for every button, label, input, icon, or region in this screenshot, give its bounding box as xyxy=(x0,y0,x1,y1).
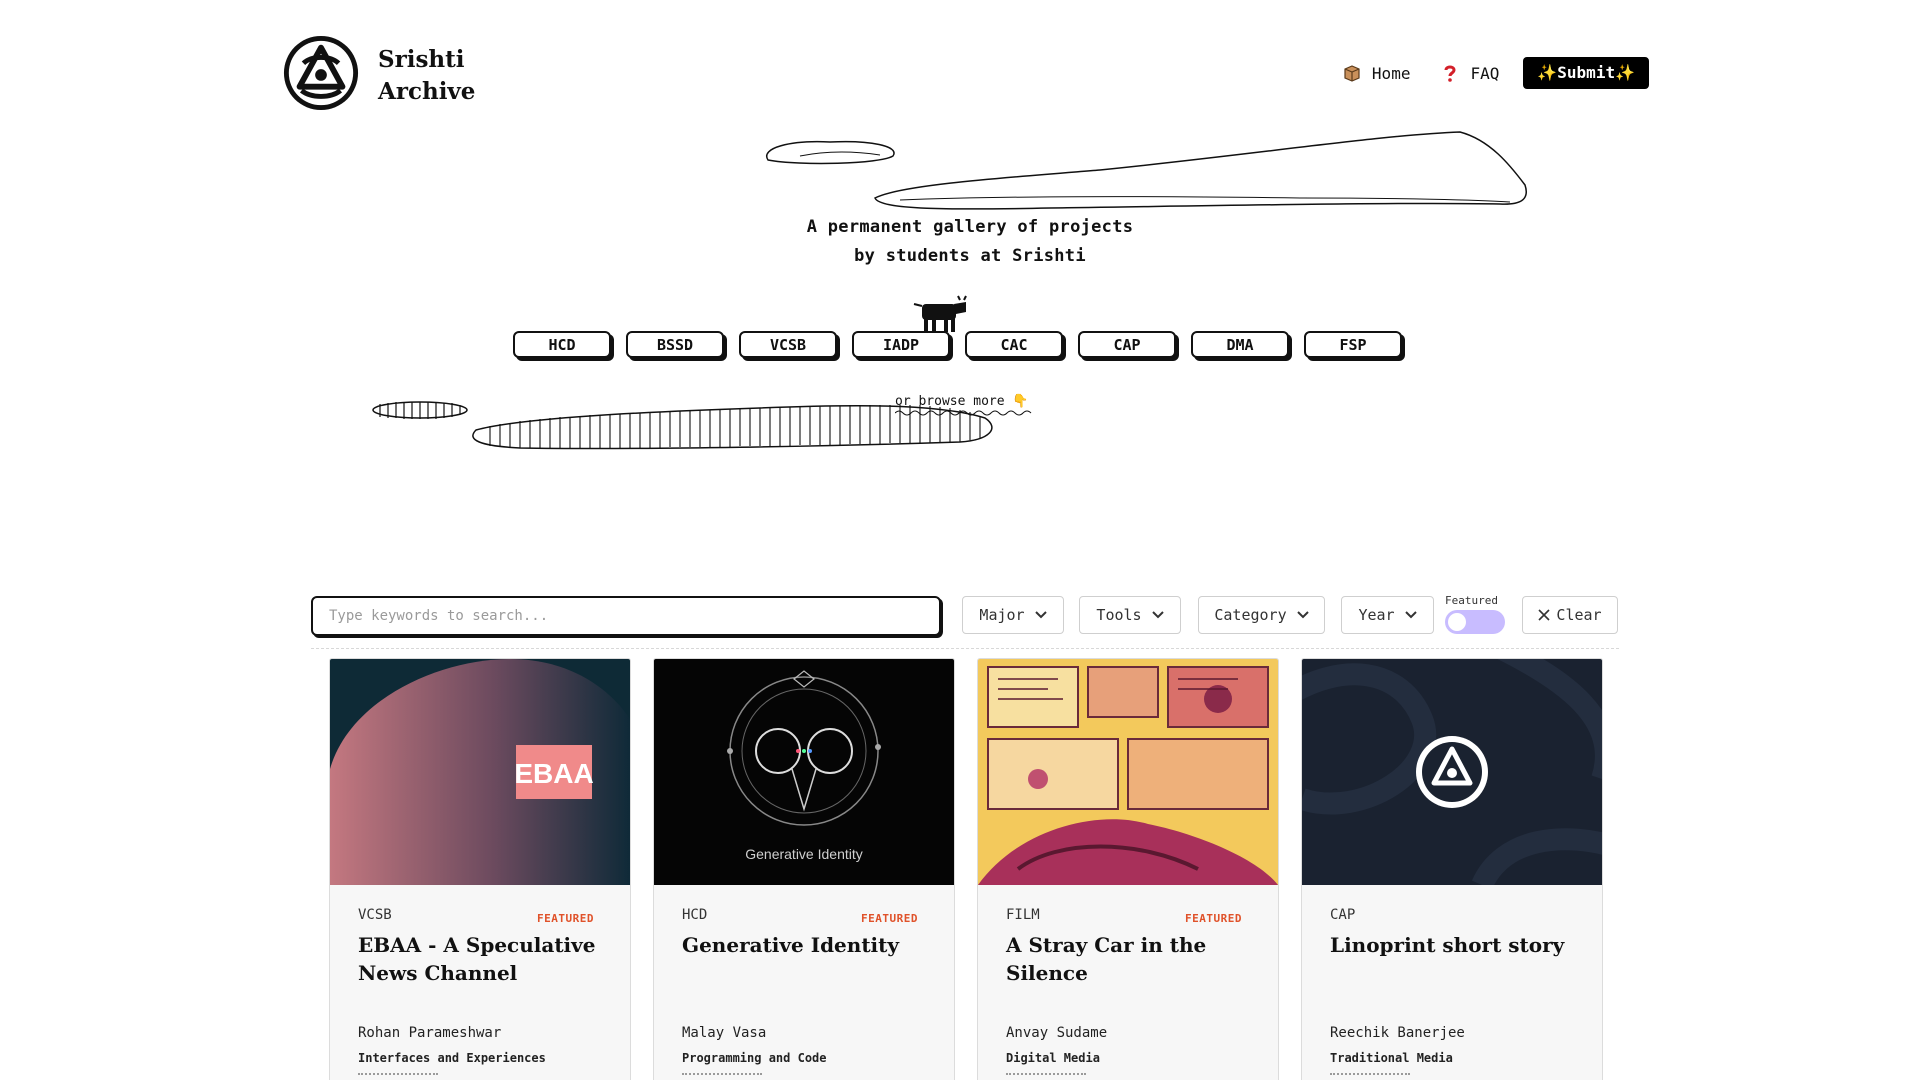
category-dropdown-label: Category xyxy=(1214,606,1287,624)
nav-faq-link[interactable]: FAQ xyxy=(1440,63,1499,83)
search-input[interactable] xyxy=(311,596,941,636)
chevron-down-icon xyxy=(1404,611,1417,619)
tools-dropdown-label: Tools xyxy=(1096,606,1142,624)
chevron-down-icon xyxy=(1296,611,1309,619)
major-button-dma[interactable]: DMA xyxy=(1191,331,1289,358)
card-author: Reechik Banerjee xyxy=(1330,1025,1465,1041)
tools-dropdown[interactable]: Tools xyxy=(1079,596,1181,634)
featured-badge: FEATURED xyxy=(537,912,594,925)
featured-badge: FEATURED xyxy=(861,912,918,925)
project-thumbnail: Generative Identity xyxy=(654,659,954,885)
tagline-line-1: A permanent gallery of projects xyxy=(806,217,1134,237)
clear-label: Clear xyxy=(1556,606,1602,624)
dotted-divider xyxy=(1330,1073,1410,1075)
nav-home-link[interactable]: Home xyxy=(1342,63,1411,83)
category-dropdown[interactable]: Category xyxy=(1198,596,1325,634)
squiggle-underline-icon xyxy=(895,410,1032,416)
site-brand[interactable]: Srishti Archive xyxy=(378,44,475,108)
featured-badge: FEATURED xyxy=(1185,912,1242,925)
cow-icon xyxy=(913,295,967,332)
card-author: Rohan Parameshwar xyxy=(358,1025,502,1041)
card-category: Interfaces and Experiences xyxy=(358,1051,546,1065)
major-button-cac[interactable]: CAC xyxy=(965,331,1063,358)
clear-filters-button[interactable]: Clear xyxy=(1522,596,1618,634)
submit-label: Submit xyxy=(1557,63,1616,82)
major-button-hcd[interactable]: HCD xyxy=(513,331,611,358)
tagline-line-2: by students at Srishti xyxy=(854,246,1086,266)
browse-more-label: or browse more 👇 xyxy=(895,394,1029,409)
major-button-bssd[interactable]: BSSD xyxy=(626,331,724,358)
brand-line-1: Srishti xyxy=(378,46,465,73)
major-dropdown-label: Major xyxy=(979,606,1025,624)
dotted-divider xyxy=(1006,1073,1086,1075)
card-category: Traditional Media xyxy=(1330,1051,1453,1065)
hatched-cloud-small xyxy=(372,401,468,419)
srishti-logo-icon[interactable] xyxy=(282,34,360,112)
thumb-text: Generative Identity xyxy=(745,846,863,862)
project-thumbnail xyxy=(1302,659,1602,885)
card-title: EBAA - A Speculative News Channel xyxy=(358,933,596,985)
major-button-fsp[interactable]: FSP xyxy=(1304,331,1402,358)
major-button-cap[interactable]: CAP xyxy=(1078,331,1176,358)
close-icon xyxy=(1538,609,1550,621)
submit-button[interactable]: ✨Submit✨ xyxy=(1523,57,1649,89)
sparkle-icon: ✨ xyxy=(1537,63,1558,82)
major-button-vcsb[interactable]: VCSB xyxy=(739,331,837,358)
project-card[interactable]: EBAA VCSB FEATURED EBAA - A Speculative … xyxy=(329,658,631,1080)
project-thumbnail xyxy=(978,659,1278,885)
card-title: Generative Identity xyxy=(682,933,900,957)
brand-line-2: Archive xyxy=(378,78,476,105)
filter-divider xyxy=(311,648,1619,649)
hero-tagline: A permanent gallery of projects by stude… xyxy=(760,213,1180,271)
browse-more-link[interactable]: or browse more 👇 xyxy=(895,394,1032,416)
sparkle-icon: ✨ xyxy=(1615,63,1635,82)
chevron-down-icon xyxy=(1034,611,1047,619)
nav-faq-label: FAQ xyxy=(1470,63,1500,83)
year-dropdown[interactable]: Year xyxy=(1341,596,1434,634)
project-card[interactable]: FILM FEATURED A Stray Car in the Silence… xyxy=(977,658,1279,1080)
dotted-divider xyxy=(358,1073,438,1075)
toggle-knob xyxy=(1448,613,1466,631)
card-author: Anvay Sudame xyxy=(1006,1025,1108,1041)
nav-home-label: Home xyxy=(1371,63,1411,83)
card-title: Linoprint short story xyxy=(1330,933,1565,957)
year-dropdown-label: Year xyxy=(1358,606,1395,624)
thumb-text: EBAA xyxy=(514,758,593,789)
box-icon xyxy=(1344,65,1360,82)
question-mark-icon xyxy=(1444,65,1456,82)
project-thumbnail: EBAA xyxy=(330,659,630,885)
top-nav: Home FAQ ✨Submit✨ xyxy=(1312,57,1649,89)
major-dropdown[interactable]: Major xyxy=(962,596,1064,634)
project-card[interactable]: Generative Identity HCD FEATURED Generat… xyxy=(653,658,955,1080)
card-category: Digital Media xyxy=(1006,1051,1100,1065)
project-card[interactable]: CAP Linoprint short story Reechik Banerj… xyxy=(1301,658,1603,1080)
major-button-iadp[interactable]: IADP xyxy=(852,331,950,358)
dotted-divider xyxy=(682,1073,762,1075)
card-author: Malay Vasa xyxy=(682,1025,767,1041)
featured-toggle[interactable] xyxy=(1445,610,1505,634)
major-buttons: HCD BSSD VCSB IADP CAC CAP DMA FSP xyxy=(513,331,1417,358)
chevron-down-icon xyxy=(1151,611,1164,619)
featured-toggle-label: Featured xyxy=(1445,594,1498,607)
card-title: A Stray Car in the Silence xyxy=(1006,933,1207,985)
card-major: CAP xyxy=(1330,907,1356,923)
card-category: Programming and Code xyxy=(682,1051,827,1065)
